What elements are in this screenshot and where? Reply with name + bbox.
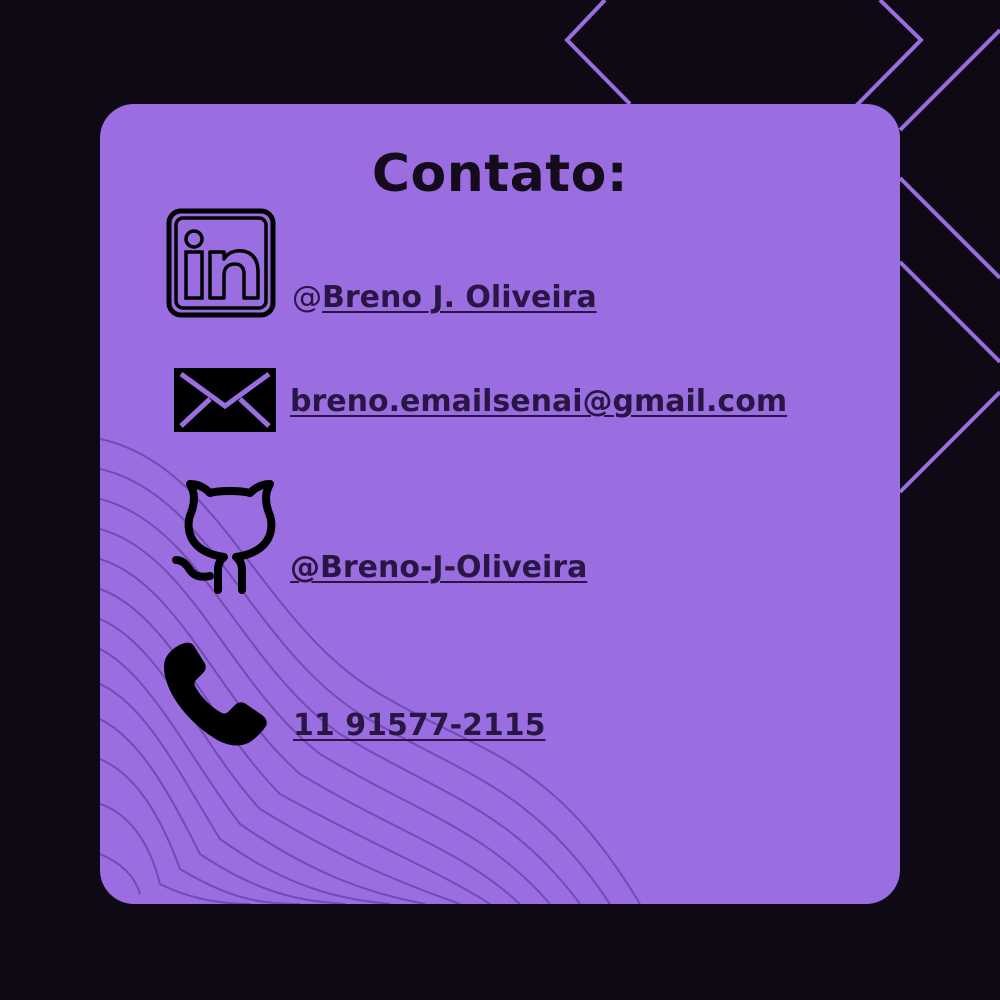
envelope-icon[interactable] [172,366,278,434]
linkedin-icon[interactable] [166,208,276,318]
github-icon[interactable] [170,478,280,596]
page-background: Contato: @Breno J. Oliveira breno.emails… [0,0,1000,1000]
phone-link[interactable]: 11 91577-2115 [293,708,546,743]
linkedin-link[interactable]: @Breno J. Oliveira [292,280,597,315]
phone-icon[interactable] [162,640,270,748]
card-title: Contato: [371,144,629,204]
github-link[interactable]: @Breno-J-Oliveira [290,550,587,585]
email-link[interactable]: breno.emailsenai@gmail.com [290,384,787,419]
linkedin-at-prefix: @ [292,280,322,315]
contact-card: Contato: @Breno J. Oliveira breno.emails… [100,104,900,904]
linkedin-label: Breno J. Oliveira [322,280,597,315]
